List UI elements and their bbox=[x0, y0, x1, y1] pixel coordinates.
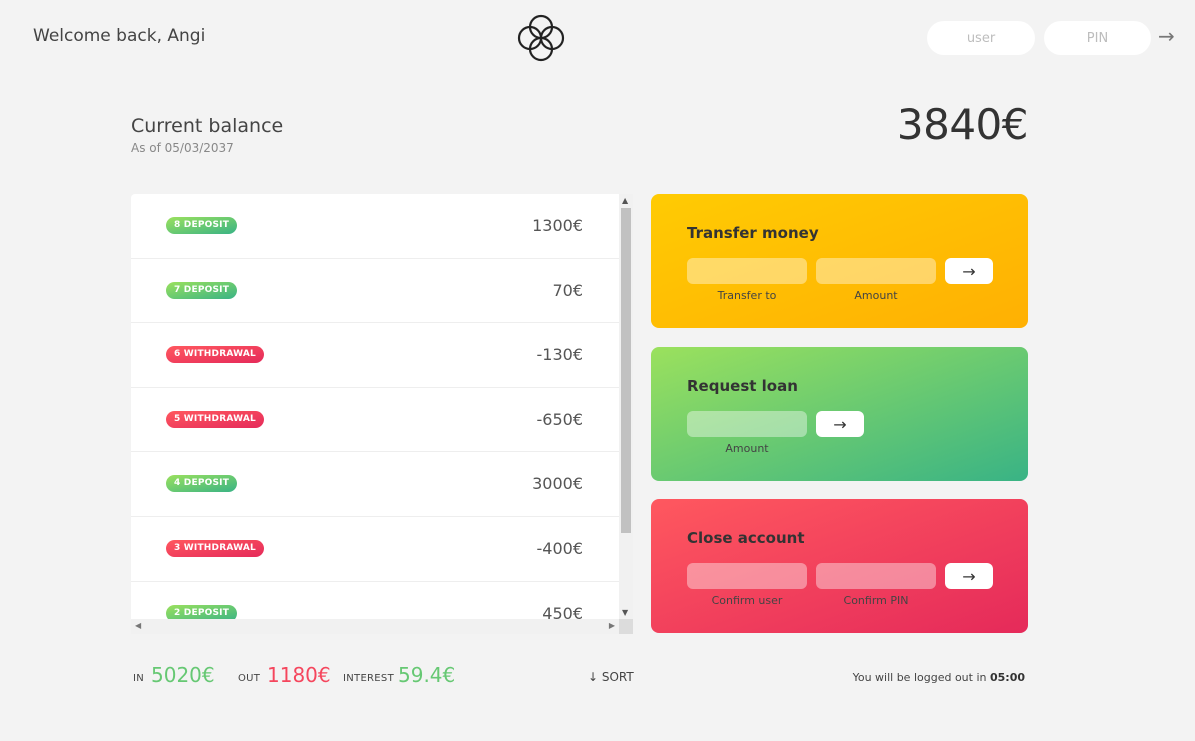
scroll-down-icon[interactable]: ▼ bbox=[622, 608, 628, 617]
movement-row: 4 DEPOSIT 3000€ bbox=[131, 452, 619, 517]
balance-value: 3840€ bbox=[896, 100, 1029, 149]
summary-bar: IN 5020€ OUT 1180€ INTEREST 59.4€ ↓ SORT… bbox=[133, 662, 1033, 692]
login-button[interactable]: → bbox=[1158, 24, 1175, 48]
movement-value: -130€ bbox=[536, 345, 584, 365]
scrollbar-corner bbox=[619, 619, 633, 634]
transfer-amount-input[interactable] bbox=[816, 258, 936, 284]
scrollbar-thumb[interactable] bbox=[621, 208, 631, 533]
transfer-submit-button[interactable]: → bbox=[945, 258, 993, 284]
confirm-pin-label: Confirm PIN bbox=[843, 594, 909, 607]
balance-label: Current balance bbox=[131, 115, 284, 137]
movement-row: 7 DEPOSIT 70€ bbox=[131, 259, 619, 324]
logo-icon bbox=[517, 14, 565, 62]
scroll-up-icon[interactable]: ▲ bbox=[622, 196, 628, 205]
transfer-title: Transfer money bbox=[687, 224, 819, 242]
confirm-user-label: Confirm user bbox=[711, 594, 783, 607]
confirm-user-input[interactable] bbox=[687, 563, 807, 589]
transfer-to-label: Transfer to bbox=[717, 289, 777, 302]
movement-value: 70€ bbox=[552, 280, 583, 300]
scroll-left-icon[interactable]: ◀ bbox=[135, 621, 141, 630]
movements-list: 8 DEPOSIT 1300€ 7 DEPOSIT 70€ 6 WITHDRAWAL -1… bbox=[131, 194, 619, 619]
movement-row: 6 WITHDRAWAL -130€ bbox=[131, 323, 619, 388]
vertical-scrollbar[interactable]: ▲ ▼ bbox=[619, 194, 633, 619]
summary-interest-value: 59.4€ bbox=[398, 663, 456, 687]
summary-interest-label: INTEREST bbox=[343, 673, 394, 684]
movement-row: 3 WITHDRAWAL -400€ bbox=[131, 517, 619, 582]
request-loan-card: Request loan → Amount bbox=[651, 347, 1028, 481]
logout-timer-time: 05:00 bbox=[989, 671, 1025, 684]
transfer-amount-label: Amount bbox=[854, 289, 898, 302]
logout-timer-text: You will be logged out in bbox=[852, 671, 990, 684]
login-user-input[interactable] bbox=[927, 21, 1035, 55]
movement-row: 8 DEPOSIT 1300€ bbox=[131, 194, 619, 259]
movement-value: -650€ bbox=[536, 409, 584, 429]
confirm-pin-input[interactable] bbox=[816, 563, 936, 589]
movement-type-badge: 7 DEPOSIT bbox=[166, 281, 238, 299]
movement-value: -400€ bbox=[536, 538, 584, 558]
movement-type-badge: 3 WITHDRAWAL bbox=[166, 539, 264, 557]
login-pin-input[interactable] bbox=[1044, 21, 1151, 55]
movement-type-badge: 4 DEPOSIT bbox=[166, 475, 238, 493]
summary-out-value: 1180€ bbox=[267, 663, 331, 687]
movement-type-badge: 6 WITHDRAWAL bbox=[166, 346, 264, 364]
summary-in-value: 5020€ bbox=[151, 663, 215, 687]
loan-amount-input[interactable] bbox=[687, 411, 807, 437]
movement-value: 1300€ bbox=[532, 216, 583, 235]
movement-type-badge: 5 WITHDRAWAL bbox=[166, 410, 264, 428]
movement-row: 2 DEPOSIT 450€ bbox=[131, 582, 619, 619]
sort-button[interactable]: ↓ SORT bbox=[588, 670, 634, 684]
transfer-to-input[interactable] bbox=[687, 258, 807, 284]
summary-out-label: OUT bbox=[238, 673, 261, 684]
close-title: Close account bbox=[687, 529, 805, 547]
scroll-right-icon[interactable]: ▶ bbox=[609, 621, 615, 630]
loan-title: Request loan bbox=[687, 377, 798, 395]
top-nav: Welcome back, Angi → bbox=[0, 0, 1195, 80]
close-account-card: Close account → Confirm user Confirm PIN bbox=[651, 499, 1028, 633]
welcome-message: Welcome back, Angi bbox=[33, 26, 206, 46]
logout-timer: You will be logged out in 05:00 bbox=[853, 671, 1025, 684]
movements-panel[interactable]: 8 DEPOSIT 1300€ 7 DEPOSIT 70€ 6 WITHDRAWAL -1… bbox=[131, 194, 633, 634]
summary-in-label: IN bbox=[133, 673, 145, 684]
loan-submit-button[interactable]: → bbox=[816, 411, 864, 437]
horizontal-scrollbar[interactable]: ◀ ▶ bbox=[131, 619, 619, 634]
movement-value: 3000€ bbox=[532, 474, 583, 494]
movement-value: 450€ bbox=[542, 603, 583, 619]
movement-type-badge: 8 DEPOSIT bbox=[166, 217, 238, 234]
close-submit-button[interactable]: → bbox=[945, 563, 993, 589]
movement-type-badge: 2 DEPOSIT bbox=[166, 604, 238, 619]
movement-row: 5 WITHDRAWAL -650€ bbox=[131, 388, 619, 453]
loan-amount-label: Amount bbox=[725, 442, 769, 455]
balance-date: As of 05/03/2037 bbox=[131, 141, 234, 155]
transfer-money-card: Transfer money → Transfer to Amount bbox=[651, 194, 1028, 328]
